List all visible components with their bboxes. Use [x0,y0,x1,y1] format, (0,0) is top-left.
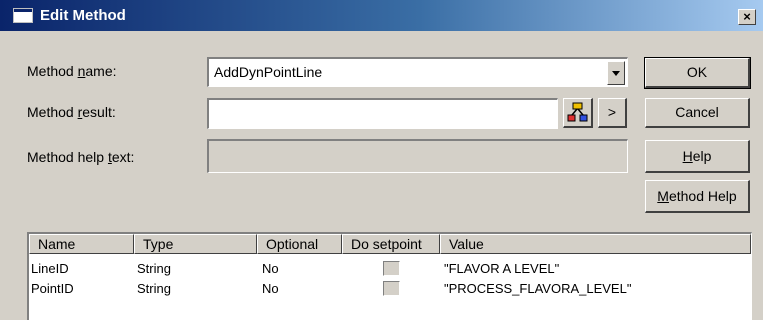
cancel-button[interactable]: Cancel [645,98,750,128]
row-value: "PROCESS_FLAVORA_LEVEL" [444,281,632,296]
title-bar: Edit Method × [0,0,763,31]
ok-button[interactable]: OK [644,57,751,89]
column-header-type[interactable]: Type [134,234,257,254]
column-header-do-setpoint[interactable]: Do setpoint [342,234,440,254]
window-icon [13,8,33,23]
row-type: String [137,261,171,276]
row-optional: No [262,281,279,296]
row-name: PointID [31,281,74,296]
browse-tags-button[interactable] [563,98,593,128]
window-title: Edit Method [40,7,126,24]
row-name: LineID [31,261,69,276]
row-type: String [137,281,171,296]
expand-arrow-button[interactable]: > [598,98,627,128]
method-name-combo[interactable]: AddDynPointLine [207,57,628,87]
method-name-value: AddDynPointLine [214,64,323,80]
tag-browser-icon [567,102,587,122]
method-help-field [207,139,628,173]
do-setpoint-checkbox[interactable] [383,261,400,276]
row-optional: No [262,261,279,276]
chevron-down-icon[interactable] [607,61,625,85]
method-result-field[interactable] [207,98,558,129]
do-setpoint-checkbox[interactable] [383,281,400,296]
close-button[interactable]: × [738,9,756,25]
help-button[interactable]: Help [645,140,750,173]
column-header-name[interactable]: Name [29,234,134,254]
method-help-label: Method help text: [27,149,135,165]
column-header-optional[interactable]: Optional [257,234,342,254]
method-result-label: Method result: [27,104,116,120]
method-name-label: Method name: [27,63,117,79]
method-help-button[interactable]: Method Help [645,180,750,213]
parameters-list[interactable]: Name Type Optional Do setpoint Value Lin… [27,232,752,320]
column-header-value[interactable]: Value [440,234,751,254]
row-value: "FLAVOR A LEVEL" [444,261,560,276]
